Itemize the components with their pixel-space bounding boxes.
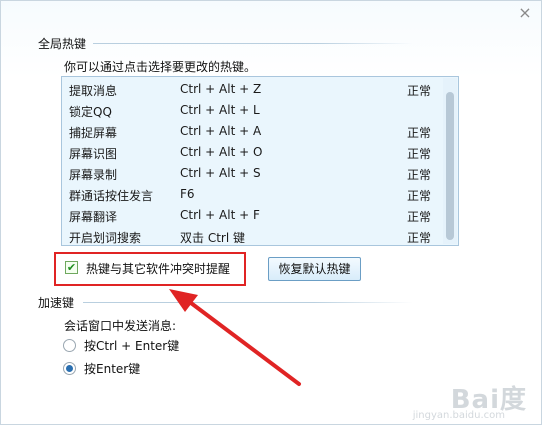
hotkey-settings-dialog: × 全局热键 你可以通过点击选择要更改的热键。 提取消息 Ctrl + Alt … bbox=[0, 0, 542, 425]
annotation-arrow bbox=[169, 289, 301, 386]
baidu-watermark-url: jingyan.baidu.com bbox=[412, 410, 505, 421]
